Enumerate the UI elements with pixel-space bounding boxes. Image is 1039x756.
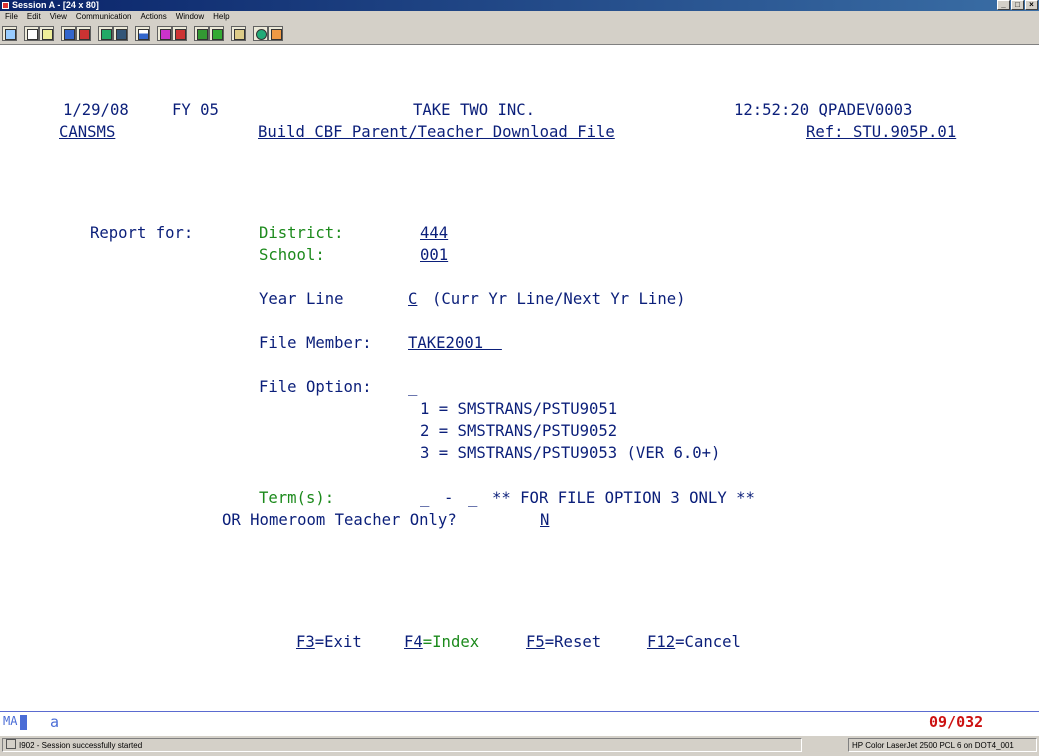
clipboard-button[interactable] — [231, 26, 246, 41]
header-time-system: 12:52:20 QPADEV0003 — [734, 101, 913, 119]
display-alt-button[interactable] — [113, 26, 128, 41]
copy-icon — [27, 29, 38, 40]
macro-play-icon — [197, 29, 208, 40]
status-message-panel: I902 - Session successfully started — [2, 738, 802, 752]
district-field[interactable]: 444 — [420, 222, 448, 244]
f5-key-label: F5 — [526, 633, 545, 651]
homeroom-label: OR Homeroom Teacher Only? — [222, 511, 457, 529]
connect-button[interactable] — [253, 26, 268, 41]
paste-button[interactable] — [39, 26, 54, 41]
file-option-2: 2 = SMSTRANS/PSTU9052 — [420, 422, 618, 440]
term-from-field[interactable]: _ — [420, 487, 429, 509]
f12-cancel-key[interactable]: F12=Cancel — [647, 631, 741, 653]
report-for-label: Report for: — [90, 224, 194, 242]
session-status-icon — [6, 739, 16, 749]
menu-communication[interactable]: Communication — [71, 11, 136, 23]
f5-key-text: =Reset — [544, 633, 602, 651]
oia-cursor-block — [20, 715, 27, 730]
screen-title: Build CBF Parent/Teacher Download File — [258, 123, 615, 141]
receive-file-button[interactable] — [76, 26, 91, 41]
menu-help[interactable]: Help — [208, 11, 233, 23]
close-button[interactable]: × — [1025, 0, 1038, 10]
chart-button[interactable] — [135, 26, 150, 41]
menu-window[interactable]: Window — [171, 11, 208, 23]
header-date: 1/29/08 — [63, 101, 129, 119]
minimize-button[interactable]: _ — [997, 0, 1010, 10]
paste-icon — [42, 29, 53, 40]
company-name: TAKE TWO INC. — [413, 101, 536, 119]
monitor-alt-icon — [116, 29, 127, 40]
oia-mode: a — [50, 713, 60, 731]
terms-label: Term(s): — [259, 489, 335, 507]
file-member-field[interactable]: TAKE2001 — [408, 332, 502, 354]
macro-stop-button[interactable] — [172, 26, 187, 41]
print-screen-button[interactable] — [2, 26, 17, 41]
send-file-icon — [64, 29, 75, 40]
file-option-1: 1 = SMSTRANS/PSTU9051 — [420, 400, 618, 418]
menu-view[interactable]: View — [45, 11, 71, 23]
terminal-screen[interactable]: 1/29/08 FY 05 TAKE TWO INC. 12:52:20 QPA… — [0, 45, 1039, 693]
year-line-field[interactable]: C — [408, 288, 417, 310]
macro-play-button[interactable] — [194, 26, 209, 41]
copy-button[interactable] — [24, 26, 39, 41]
window-title-bar[interactable]: Session A - [24 x 80] _ □ × — [0, 0, 1039, 11]
print-screen-icon — [5, 29, 16, 40]
cursor-position: 09/032 — [929, 713, 984, 731]
globe-icon — [256, 29, 267, 40]
maximize-button[interactable]: □ — [1011, 0, 1024, 10]
window-controls: _ □ × — [997, 0, 1038, 10]
f5-reset-key[interactable]: F5=Reset — [526, 631, 601, 653]
terms-note: ** FOR FILE OPTION 3 ONLY ** — [492, 489, 755, 507]
menu-actions[interactable]: Actions — [135, 11, 170, 23]
f12-key-label: F12 — [647, 633, 676, 651]
toolbar — [0, 23, 1039, 45]
header-fiscal-year: FY 05 — [172, 101, 219, 119]
session-app-icon[interactable] — [2, 2, 9, 9]
status-message: I902 - Session successfully started — [19, 741, 143, 750]
macro-edit-icon — [212, 29, 223, 40]
macro-record-icon — [160, 29, 171, 40]
term-to-field[interactable]: _ — [468, 487, 477, 509]
operator-information-area: MA a 09/032 — [0, 712, 1039, 736]
f3-key-text: =Exit — [314, 633, 362, 651]
clipboard-icon — [234, 29, 245, 40]
f4-index-key[interactable]: F4=Index — [404, 631, 479, 653]
macro-record-button[interactable] — [157, 26, 172, 41]
year-line-hint: (Curr Yr Line/Next Yr Line) — [432, 290, 686, 308]
screen-reference: Ref: STU.905P.01 — [806, 123, 957, 141]
school-field[interactable]: 001 — [420, 244, 448, 266]
year-line-label: Year Line — [259, 290, 344, 308]
printer-panel: HP Color LaserJet 2500 PCL 6 on DOT4_001 — [848, 738, 1037, 752]
macro-edit-button[interactable] — [209, 26, 224, 41]
file-option-field[interactable]: _ — [408, 376, 417, 398]
monitor-icon — [101, 29, 112, 40]
district-label: District: — [259, 224, 344, 242]
f4-key-text: =Index — [422, 633, 480, 651]
term-separator: - — [444, 489, 454, 507]
program-name: CANSMS — [59, 123, 116, 141]
printer-status: HP Color LaserJet 2500 PCL 6 on DOT4_001 — [852, 741, 1014, 750]
menu-edit[interactable]: Edit — [22, 11, 45, 23]
window-title: Session A - [24 x 80] — [12, 0, 99, 10]
f12-key-text: =Cancel — [675, 633, 741, 651]
school-label: School: — [259, 246, 325, 264]
status-bar: I902 - Session successfully started HP C… — [0, 736, 1039, 756]
pencil-icon — [271, 29, 282, 40]
receive-file-icon — [79, 29, 90, 40]
edit-button[interactable] — [268, 26, 283, 41]
macro-stop-icon — [175, 29, 186, 40]
file-option-3: 3 = SMSTRANS/PSTU9053 (VER 6.0+) — [420, 444, 721, 462]
menu-bar: File Edit View Communication Actions Win… — [0, 11, 1039, 23]
menu-file[interactable]: File — [0, 11, 22, 23]
file-member-label: File Member: — [259, 334, 372, 352]
f3-exit-key[interactable]: F3=Exit — [296, 631, 362, 653]
f4-key-label: F4 — [404, 633, 423, 651]
f3-key-label: F3 — [296, 633, 315, 651]
send-file-button[interactable] — [61, 26, 76, 41]
chart-icon — [138, 29, 149, 40]
oia-indicator: MA — [3, 714, 18, 728]
file-option-label: File Option: — [259, 378, 372, 396]
homeroom-field[interactable]: N — [540, 509, 549, 531]
display-button[interactable] — [98, 26, 113, 41]
